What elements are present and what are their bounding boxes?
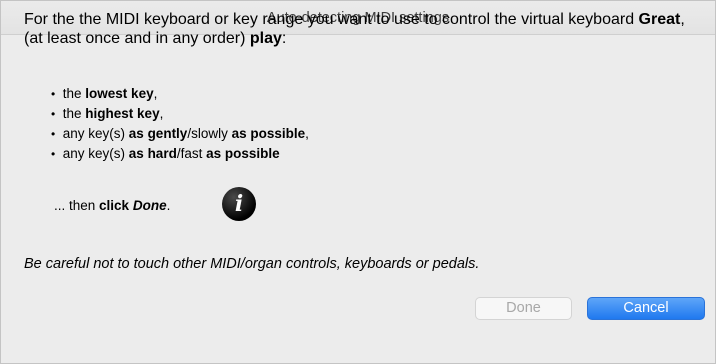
list-item-text: /fast — [176, 146, 207, 161]
warning-text: Be careful not to touch other MIDI/organ… — [24, 256, 480, 272]
play-word: play — [249, 30, 282, 47]
instructions-text: For the the MIDI keyboard or key range y… — [24, 10, 704, 48]
dialog-window: Auto-detecting MIDI settings For the the… — [0, 0, 716, 364]
then-click-done-text: ... then click Done. — [54, 196, 170, 215]
list-item: the lowest key, — [51, 84, 309, 104]
intro-colon: : — [281, 30, 287, 47]
list-item: the highest key, — [51, 104, 309, 124]
info-icon[interactable]: i — [222, 187, 256, 221]
list-item-text: , — [153, 86, 158, 101]
done-word: Done — [132, 198, 167, 213]
then-period: . — [166, 198, 171, 213]
list-item-bold: lowest key — [85, 86, 154, 101]
list-item-text: any key(s) — [62, 146, 129, 161]
list-item: any key(s) as gently/slowly as possible, — [51, 124, 309, 144]
list-item-bold: as possible — [231, 126, 306, 141]
click-word: click — [99, 198, 130, 213]
list-item-text: any key(s) — [62, 126, 129, 141]
instruction-list: the lowest key, the highest key, any key… — [51, 84, 309, 164]
list-item-bold: highest key — [85, 106, 160, 121]
cancel-button[interactable]: Cancel — [587, 297, 705, 320]
list-item-text: the — [62, 106, 86, 121]
list-item: any key(s) as hard/fast as possible — [51, 144, 309, 164]
list-item-text: /slowly — [187, 126, 232, 141]
list-item-bold: as gently — [128, 126, 188, 141]
done-button[interactable]: Done — [475, 297, 572, 320]
intro-text-1: For the the MIDI keyboard or key range y… — [24, 11, 639, 28]
keyboard-name: Great — [638, 11, 681, 28]
list-item-text: , — [305, 126, 309, 141]
list-item-bold: as hard — [128, 146, 177, 161]
then-text: ... then — [54, 198, 100, 213]
list-item-text: , — [159, 106, 164, 121]
list-item-bold: as possible — [206, 146, 280, 161]
list-item-text: the — [62, 86, 86, 101]
